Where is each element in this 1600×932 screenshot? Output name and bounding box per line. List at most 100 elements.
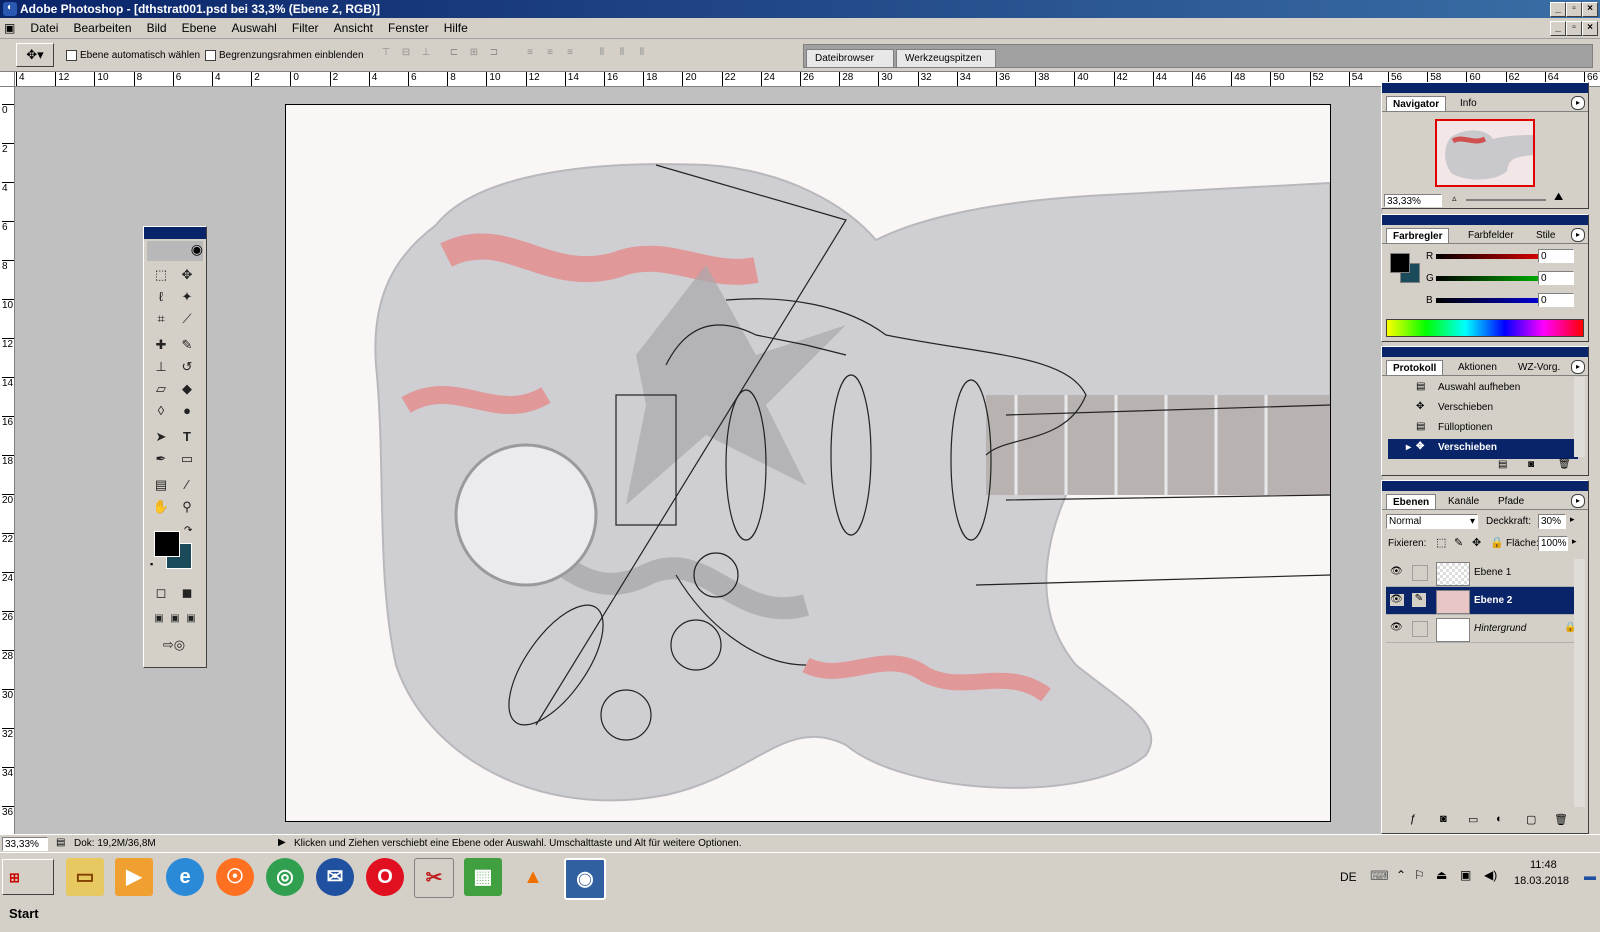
usb-icon[interactable]: ⏏ <box>1436 868 1447 882</box>
distribute-right-icon[interactable]: ⦀ <box>634 47 650 61</box>
well-tab-dateibrowser[interactable]: Dateibrowser <box>806 49 894 67</box>
menu-fenster[interactable]: Fenster <box>382 18 435 35</box>
tab-pfade[interactable]: Pfade <box>1492 494 1530 509</box>
tab-navigator[interactable]: Navigator <box>1386 96 1447 111</box>
dodge-tool-icon[interactable]: ● <box>176 401 198 421</box>
volume-icon[interactable]: ◀) <box>1484 868 1497 882</box>
marquee-tool-icon[interactable]: ⬚ <box>150 265 172 285</box>
align-bottom-icon[interactable]: ⊥ <box>418 47 434 61</box>
fill-slider-icon[interactable]: ▸ <box>1572 536 1577 547</box>
distribute-vcenter-icon[interactable]: ≡ <box>542 47 558 61</box>
type-tool-icon[interactable]: T <box>176 427 198 447</box>
layer-style-icon[interactable]: ƒ <box>1410 813 1416 825</box>
layers-panel-header[interactable] <box>1382 481 1588 491</box>
doc-close-icon[interactable]: × <box>1582 21 1598 36</box>
brush-icon[interactable]: ✎ <box>1412 593 1426 607</box>
shape-tool-icon[interactable]: ▭ <box>176 449 198 469</box>
opera-icon[interactable]: O <box>366 858 404 896</box>
move-tool-preset-icon[interactable]: ✥▾ <box>16 43 54 67</box>
new-set-icon[interactable]: ▭ <box>1468 813 1478 826</box>
channel-g-value[interactable]: 0 <box>1538 271 1574 285</box>
show-desktop-icon[interactable]: ▬ <box>1584 869 1596 883</box>
link-box[interactable] <box>1412 565 1428 581</box>
navigator-zoom-slider[interactable] <box>1466 199 1546 201</box>
document-canvas[interactable] <box>285 104 1331 822</box>
new-layer-icon[interactable]: ▢ <box>1526 813 1536 826</box>
eraser-tool-icon[interactable]: ▱ <box>150 379 172 399</box>
auto-select-checkbox[interactable]: Ebene automatisch wählen <box>66 49 200 61</box>
lock-position-icon[interactable]: ✥ <box>1472 536 1481 549</box>
channel-r-value[interactable]: 0 <box>1538 249 1574 263</box>
navigator-menu-icon[interactable]: ▸ <box>1571 96 1585 110</box>
network-icon[interactable]: ▣ <box>1460 868 1471 882</box>
clone-stamp-icon[interactable]: ⊥ <box>150 357 172 377</box>
calculator-grid-icon[interactable]: ▦ <box>464 858 502 896</box>
jump-to-imageready-icon[interactable]: ⇨◎ <box>156 635 192 655</box>
layer-row-ebene-1[interactable]: 👁 Ebene 1 <box>1386 559 1578 587</box>
tray-expand-icon[interactable]: ⌃ <box>1396 868 1406 882</box>
align-left-icon[interactable]: ⊏ <box>446 47 462 61</box>
document-info-icon[interactable]: ▤ <box>56 837 65 848</box>
menu-ebene[interactable]: Ebene <box>176 18 223 35</box>
history-item-active[interactable]: ▸ ✥ Verschieben <box>1388 439 1578 459</box>
magic-wand-icon[interactable]: ✦ <box>176 287 198 307</box>
zoom-tool-icon[interactable]: ⚲ <box>176 497 198 517</box>
fill-field[interactable]: 100% <box>1538 536 1568 551</box>
slice-tool-icon[interactable]: ⟋ <box>176 309 198 329</box>
close-icon[interactable]: × <box>1582 2 1598 17</box>
new-document-from-state-icon[interactable]: ▤ <box>1498 459 1507 470</box>
tab-farbfelder[interactable]: Farbfelder <box>1462 228 1520 243</box>
distribute-left-icon[interactable]: ⦀ <box>594 47 610 61</box>
photoshop-taskbar-icon[interactable]: ◉ <box>564 858 606 900</box>
tab-farbregler[interactable]: Farbregler <box>1386 228 1450 243</box>
tab-stile[interactable]: Stile <box>1530 228 1561 243</box>
notes-tool-icon[interactable]: ▤ <box>150 475 172 495</box>
tab-info[interactable]: Info <box>1454 96 1483 111</box>
blur-tool-icon[interactable]: ◊ <box>150 401 172 421</box>
pen-tool-icon[interactable]: ✒ <box>150 449 172 469</box>
zoom-in-icon[interactable]: ⛰ <box>1554 191 1563 204</box>
opacity-field[interactable]: 30% <box>1538 514 1566 529</box>
adjustment-layer-icon[interactable]: ◐ <box>1496 813 1503 825</box>
internet-explorer-icon[interactable]: e <box>166 858 204 896</box>
clock-date[interactable]: 18.03.2018 <box>1514 875 1569 887</box>
lasso-tool-icon[interactable]: ℓ <box>150 287 172 307</box>
delete-layer-icon[interactable]: 🗑 <box>1554 813 1568 826</box>
blend-mode-select[interactable]: Normal ▾ <box>1386 514 1478 529</box>
history-item[interactable]: ▤ Auswahl aufheben <box>1388 379 1578 399</box>
file-explorer-icon[interactable]: ▭ <box>66 858 104 896</box>
clock-time[interactable]: 11:48 <box>1530 859 1557 871</box>
layer-mask-icon[interactable]: ◙ <box>1440 813 1447 825</box>
minimize-icon[interactable]: _ <box>1550 2 1566 17</box>
default-colors-icon[interactable]: ▪ <box>150 559 153 569</box>
status-menu-icon[interactable]: ▶ <box>278 837 286 848</box>
swap-colors-icon[interactable]: ↷ <box>184 525 192 536</box>
layers-menu-icon[interactable]: ▸ <box>1571 494 1585 508</box>
navigator-panel-header[interactable] <box>1382 83 1588 93</box>
menu-bild[interactable]: Bild <box>141 18 173 35</box>
brush-tool-icon[interactable]: ✎ <box>176 335 198 355</box>
eye-icon[interactable]: 👁 <box>1390 594 1404 606</box>
doc-minimize-icon[interactable]: _ <box>1550 21 1566 36</box>
foreground-color-swatch[interactable] <box>154 531 180 557</box>
history-item[interactable]: ✥ Verschieben <box>1388 399 1578 419</box>
link-box[interactable] <box>1412 621 1428 637</box>
history-menu-icon[interactable]: ▸ <box>1571 360 1585 374</box>
layer-row-hintergrund[interactable]: 👁 Hintergrund 🔒 <box>1386 615 1578 643</box>
lock-transparency-icon[interactable]: ⬚ <box>1436 536 1446 549</box>
eye-icon[interactable]: 👁 <box>1390 622 1404 634</box>
menu-hilfe[interactable]: Hilfe <box>438 18 474 35</box>
ruler-origin[interactable] <box>0 72 15 87</box>
lock-pixels-icon[interactable]: ✎ <box>1454 536 1463 549</box>
navigator-zoom-field[interactable]: 33,33% <box>1384 194 1442 207</box>
channel-b-value[interactable]: 0 <box>1538 293 1574 307</box>
flag-icon[interactable]: ⚐ <box>1414 868 1425 882</box>
menu-ansicht[interactable]: Ansicht <box>328 18 379 35</box>
opacity-slider-icon[interactable]: ▸ <box>1570 514 1575 525</box>
screen-mode-full-icon[interactable]: ▣ <box>180 609 202 629</box>
tab-wz-vorg[interactable]: WZ-Vorg. <box>1512 360 1566 375</box>
healing-brush-icon[interactable]: ✚ <box>150 335 172 355</box>
history-scrollbar[interactable] <box>1574 377 1585 457</box>
color-fg-swatch[interactable] <box>1390 253 1410 273</box>
align-top-icon[interactable]: ⊤ <box>378 47 394 61</box>
